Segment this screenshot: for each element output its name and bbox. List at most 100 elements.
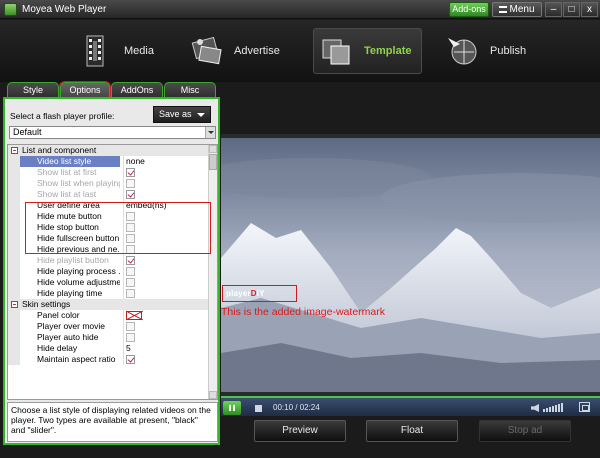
publish-icon (444, 32, 482, 70)
close-button[interactable]: x (581, 2, 598, 17)
row-gutter (8, 354, 20, 365)
nav-advertise[interactable]: Advertise (188, 28, 280, 74)
property-value (123, 178, 203, 189)
property-description: Choose a list style of displaying relate… (7, 402, 218, 442)
row-gutter (8, 167, 20, 178)
property-row[interactable]: Show list when playing (8, 178, 217, 189)
property-row[interactable]: Video list style none (8, 156, 217, 167)
tab-addons[interactable]: AddOns (111, 82, 163, 98)
preview-button[interactable]: Preview (254, 420, 346, 442)
row-gutter (8, 332, 20, 343)
playback-time: 00:10 / 02:24 (273, 403, 320, 412)
profile-label: Select a flash player profile: (10, 111, 115, 121)
property-name: Video list style (20, 156, 120, 167)
row-gutter (8, 321, 20, 332)
property-checkbox[interactable] (126, 289, 135, 298)
pause-icon[interactable] (223, 401, 241, 415)
property-scrollbar[interactable] (208, 145, 217, 399)
row-gutter (8, 200, 20, 211)
property-value (123, 266, 203, 277)
scroll-thumb[interactable] (209, 154, 217, 170)
nav-media[interactable]: Media (78, 28, 154, 74)
player-controls: 00:10 / 02:24 (221, 396, 600, 416)
mountain-scene (221, 138, 600, 392)
property-value (123, 189, 203, 200)
property-checkbox[interactable] (126, 256, 135, 265)
property-value[interactable]: 5 (123, 343, 203, 354)
menu-label: Menu (509, 4, 535, 15)
property-name: Hide delay (37, 343, 78, 353)
volume-icon[interactable] (531, 404, 539, 412)
property-row[interactable]: Hide playing process ... (8, 266, 217, 277)
property-value (123, 277, 203, 288)
tab-misc[interactable]: Misc (164, 82, 216, 98)
stop-ad-button[interactable]: Stop ad (479, 420, 571, 442)
property-row[interactable]: Show list at first (8, 167, 217, 178)
nav-label-media: Media (124, 45, 154, 57)
property-value (123, 354, 203, 365)
tab-options[interactable]: Options (59, 81, 111, 99)
scroll-up-icon[interactable] (209, 145, 217, 153)
property-category[interactable]: Skin settings (8, 299, 217, 310)
property-grid: List and component Video list style none Sh… (7, 144, 218, 400)
chevron-down-icon (197, 113, 205, 117)
property-category-label: Skin settings (22, 299, 71, 309)
maximize-button[interactable]: □ (563, 2, 580, 17)
property-row[interactable]: Player auto hide (8, 332, 217, 343)
profile-select[interactable]: Default (9, 126, 216, 139)
property-value (123, 255, 203, 266)
row-gutter (8, 178, 20, 189)
property-value (123, 310, 203, 321)
property-checkbox[interactable] (126, 168, 135, 177)
property-checkbox[interactable] (126, 333, 135, 342)
property-name: Player over movie (37, 321, 106, 331)
property-checkbox[interactable] (126, 355, 135, 364)
property-checkbox[interactable] (126, 190, 135, 199)
property-row[interactable]: Panel color (8, 310, 217, 321)
property-row[interactable]: Hide delay 5 (8, 343, 217, 354)
volume-level[interactable] (543, 403, 563, 412)
property-category[interactable]: List and component (8, 145, 217, 156)
row-gutter (8, 211, 20, 222)
property-row[interactable]: Hide playing time (8, 288, 217, 299)
property-row[interactable]: Player over movie (8, 321, 217, 332)
save-as-label: Save as (159, 109, 192, 119)
property-value (123, 167, 203, 178)
nav-publish[interactable]: Publish (444, 28, 526, 74)
float-button[interactable]: Float (366, 420, 458, 442)
addons-button[interactable]: Add-ons (449, 2, 489, 17)
property-name: Hide playlist button (37, 255, 109, 265)
dropdown-arrow-icon[interactable] (205, 127, 215, 138)
property-row[interactable]: Hide playlist button (8, 255, 217, 266)
property-checkbox[interactable] (126, 179, 135, 188)
profile-selected-value: Default (13, 127, 42, 137)
property-row[interactable]: Maintain aspect ratio (8, 354, 217, 365)
minimize-button[interactable]: – (545, 2, 562, 17)
color-swatch[interactable] (126, 311, 142, 320)
property-checkbox[interactable] (126, 322, 135, 331)
highlight-frame (25, 202, 211, 254)
save-as-button[interactable]: Save as (153, 106, 211, 123)
menu-button[interactable]: Menu (492, 2, 542, 17)
film-icon (78, 32, 116, 70)
property-name: Show list at first (37, 167, 97, 177)
main-toolbar: Media Advertise Template Publish (0, 20, 600, 82)
scroll-down-icon[interactable] (209, 391, 217, 399)
fullscreen-icon[interactable] (579, 402, 590, 412)
property-name: Panel color (37, 310, 80, 320)
property-row[interactable]: Show list at last (8, 189, 217, 200)
row-gutter (8, 244, 20, 255)
nav-template[interactable]: Template (313, 28, 423, 74)
property-value (123, 288, 203, 299)
window-title: Moyea Web Player (22, 4, 107, 15)
property-checkbox[interactable] (126, 267, 135, 276)
property-checkbox[interactable] (126, 278, 135, 287)
row-gutter (8, 288, 20, 299)
tab-style[interactable]: Style (7, 82, 59, 98)
property-name: Hide playing process ... (37, 266, 120, 276)
property-row[interactable]: Hide volume adjustme... (8, 277, 217, 288)
stop-icon[interactable] (255, 405, 262, 412)
options-panel: Select a flash player profile: Save as D… (3, 97, 220, 445)
property-value[interactable]: none (123, 156, 203, 167)
template-icon (318, 32, 356, 70)
